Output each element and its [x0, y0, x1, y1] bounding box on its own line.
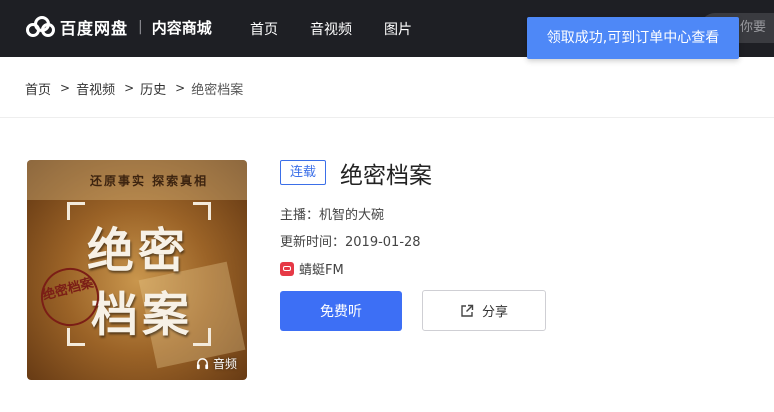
search-placeholder: 你要 — [740, 20, 767, 35]
brand-logo[interactable]: 百度网盘 | 内容商城 — [26, 13, 212, 41]
share-button[interactable]: 分享 — [422, 290, 546, 331]
nav-home[interactable]: 首页 — [250, 19, 278, 39]
album-source-label: 蜻蜓FM — [299, 263, 344, 278]
toast-message: 领取成功,可到订单中心查看 — [527, 17, 739, 59]
cover-frame-corner — [193, 328, 211, 346]
cover-frame-corner — [67, 202, 85, 220]
brand-separator: | — [138, 19, 143, 35]
cover-title-line1: 绝密 — [87, 224, 189, 279]
audio-badge-label: 音频 — [212, 357, 237, 371]
audio-badge: 音频 — [196, 355, 237, 372]
headphones-icon — [196, 358, 209, 370]
cover-title-line2: 档案 — [91, 288, 193, 343]
breadcrumb-separator: > — [175, 81, 186, 95]
nav-images[interactable]: 图片 — [384, 19, 412, 39]
main-nav: 首页 音视频 图片 — [250, 0, 444, 57]
qingting-fm-icon — [280, 261, 294, 276]
baidu-netdisk-logo-icon — [26, 16, 56, 38]
album-title: 绝密档案 — [340, 163, 432, 189]
album-host: 主播：机智的大碗 — [280, 208, 385, 223]
brand-name: 百度网盘 — [60, 19, 129, 38]
album-source[interactable]: 蜻蜓FM — [280, 259, 344, 278]
breadcrumb-home[interactable]: 首页 — [25, 79, 51, 98]
share-icon — [461, 304, 474, 317]
free-listen-button[interactable]: 免费听 — [280, 291, 402, 331]
breadcrumb-history[interactable]: 历史 — [140, 79, 166, 98]
album-cover[interactable]: 还原事实 探索真相 绝密 档案 绝密档案 音频 — [27, 160, 247, 380]
breadcrumb-separator: > — [60, 81, 71, 95]
section-divider — [0, 117, 774, 118]
cover-frame-corner — [67, 328, 85, 346]
share-button-label: 分享 — [481, 305, 508, 320]
cover-frame-corner — [193, 202, 211, 220]
album-update-time: 更新时间：2019-01-28 — [280, 235, 421, 250]
breadcrumb-separator: > — [124, 81, 135, 95]
breadcrumb: 首页 > 音视频 > 历史 > 绝密档案 — [25, 78, 243, 98]
breadcrumb-current: 绝密档案 — [191, 82, 244, 98]
cover-slogan: 还原事实 探索真相 — [90, 174, 209, 188]
breadcrumb-audio-video[interactable]: 音视频 — [76, 79, 115, 98]
brand-section: 内容商城 — [151, 18, 212, 37]
nav-audio-video[interactable]: 音视频 — [310, 19, 352, 39]
serial-tag: 连载 — [280, 160, 326, 185]
